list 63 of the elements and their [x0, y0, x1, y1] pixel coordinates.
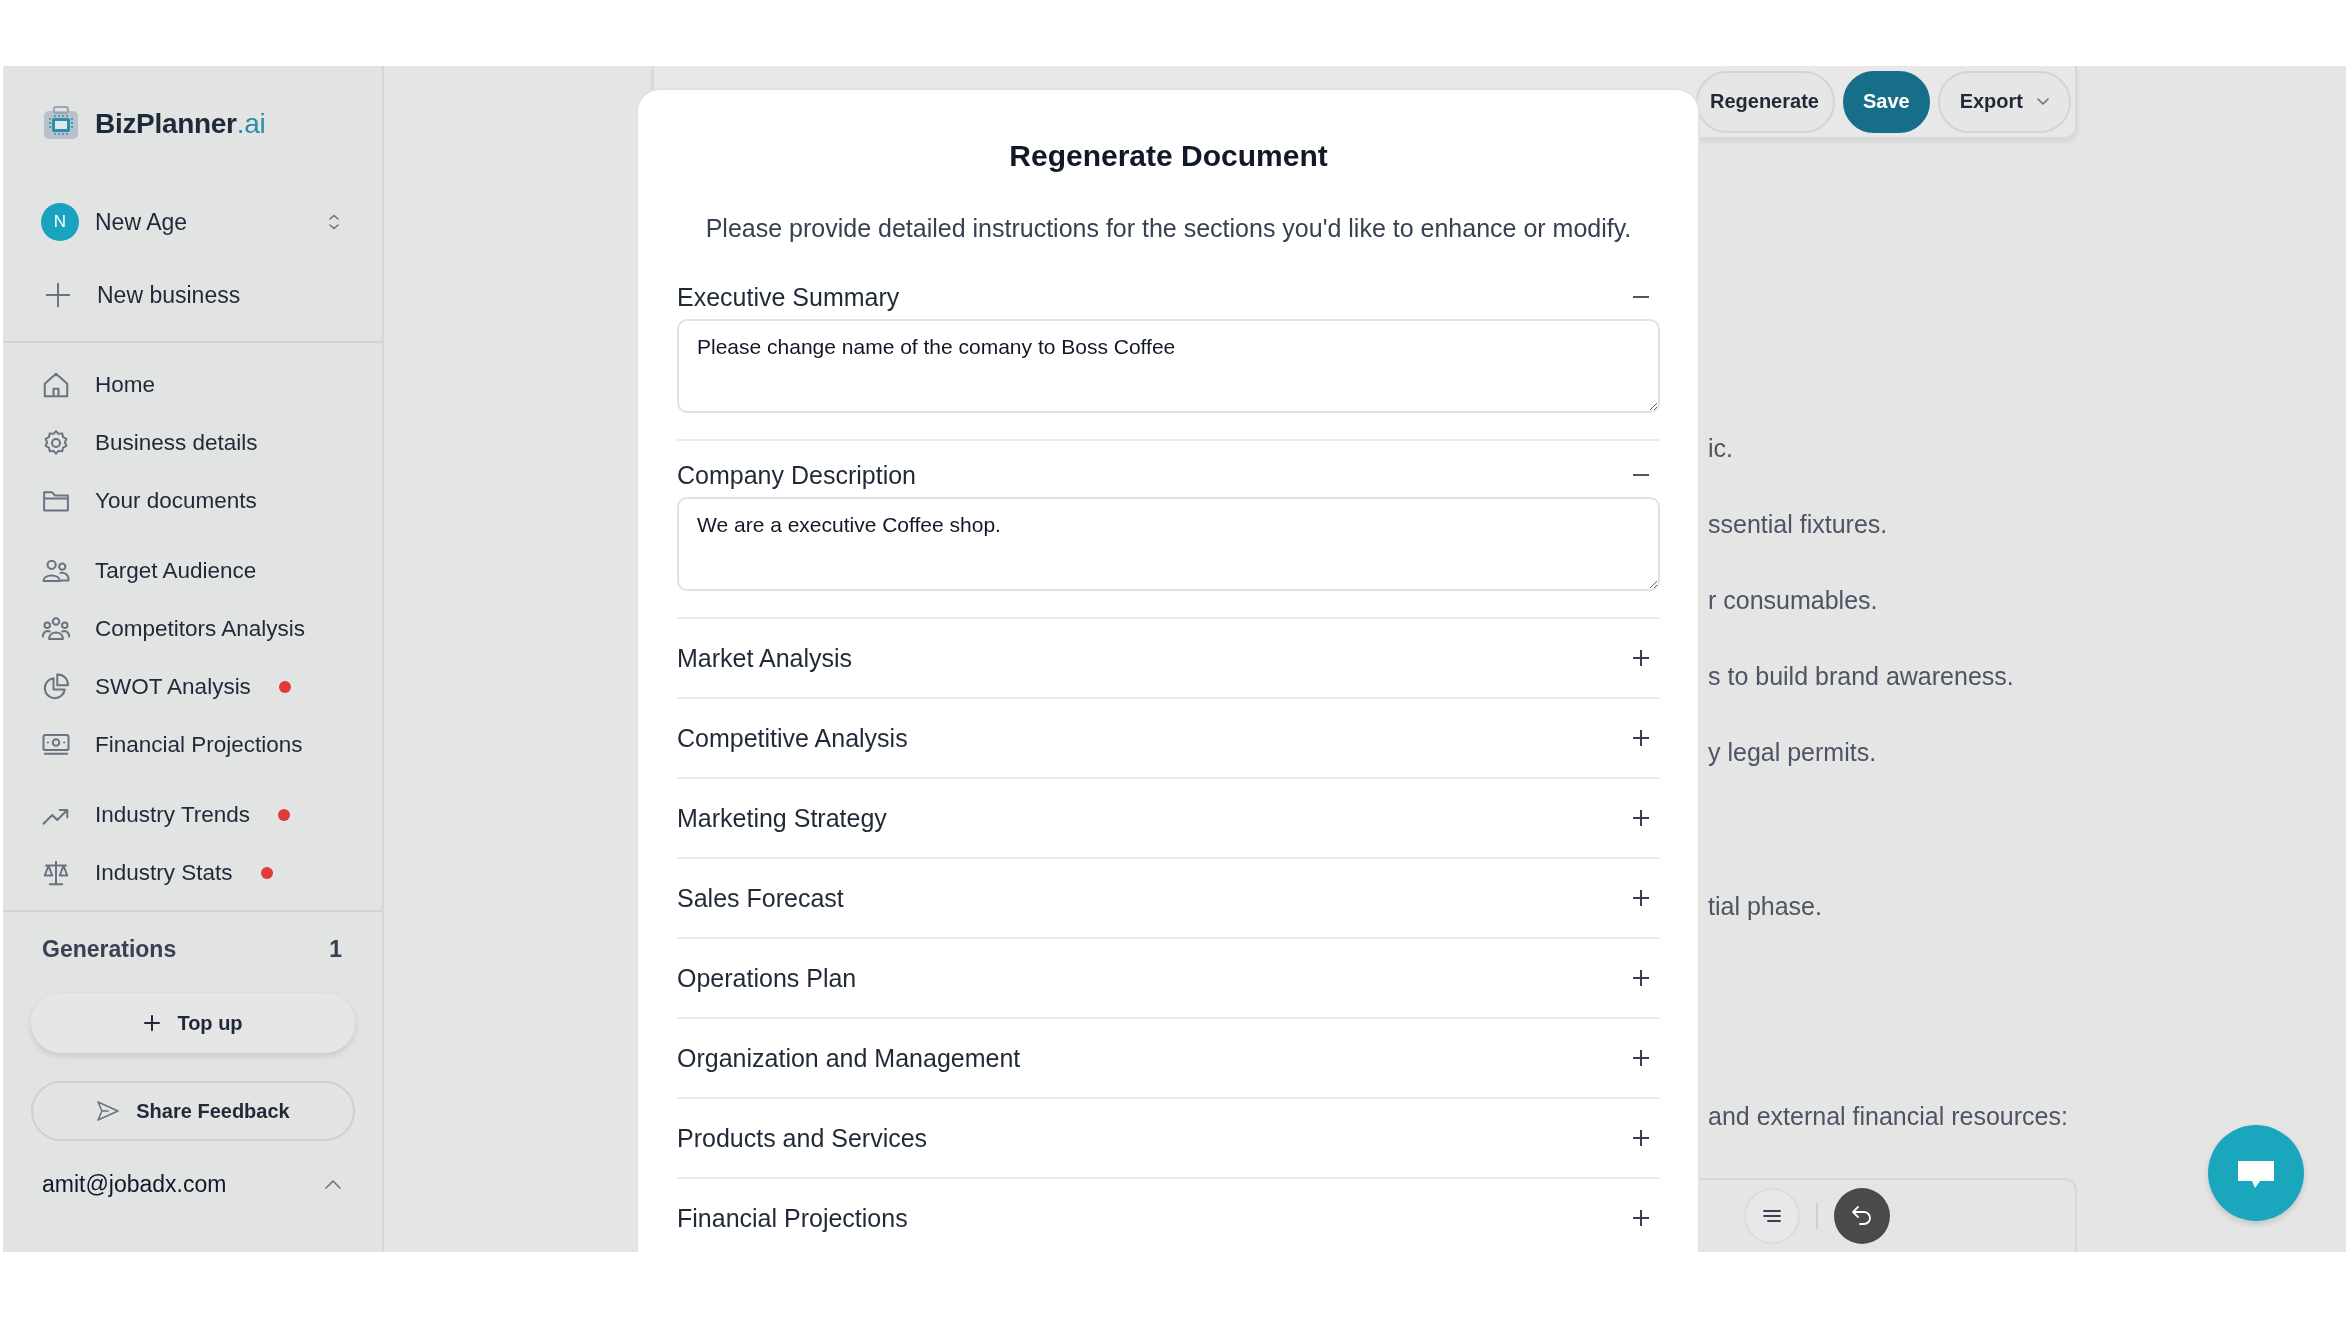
chevron-up-down-icon — [326, 213, 342, 231]
plus-icon — [1632, 1049, 1650, 1067]
save-button[interactable]: Save — [1842, 70, 1930, 133]
plus-icon — [1632, 969, 1650, 987]
generations-label: Generations — [42, 936, 177, 963]
section-header[interactable]: Company Description — [677, 453, 1660, 497]
section-header[interactable]: Sales Forecast — [677, 859, 1660, 937]
section-header[interactable]: Competitive Analysis — [677, 699, 1660, 777]
nav-item[interactable]: Business details — [41, 414, 382, 472]
document-text: s to build brand awareness. — [1708, 662, 2015, 691]
document-text: tial phase. — [1708, 892, 1823, 921]
section-header[interactable]: Organization and Management — [677, 1019, 1660, 1097]
plus-icon — [1632, 889, 1650, 907]
chat-button[interactable] — [2208, 1125, 2304, 1221]
section-header[interactable]: Market Analysis — [677, 619, 1660, 697]
chevron-down-icon — [2037, 97, 2049, 106]
plus-icon — [1632, 649, 1650, 667]
nav-item[interactable]: SWOT Analysis — [41, 658, 382, 716]
document-text: y legal permits. — [1708, 738, 1878, 767]
plus-icon — [1632, 729, 1650, 747]
section-header[interactable]: Products and Services — [677, 1099, 1660, 1177]
home-icon — [41, 370, 71, 400]
account-menu[interactable]: amit@jobadx.com — [3, 1141, 382, 1198]
plus-icon — [1632, 1209, 1650, 1227]
nav-item[interactable]: Industry Trends — [41, 786, 382, 844]
pie-chart-icon — [41, 672, 71, 702]
section-header[interactable]: Operations Plan — [677, 939, 1660, 1017]
plus-icon — [1632, 809, 1650, 827]
nav-item[interactable]: Your documents — [41, 472, 382, 530]
minus-icon — [1632, 296, 1650, 298]
business-switcher[interactable]: N New Age — [41, 200, 382, 244]
nav-item[interactable]: Target Audience — [41, 542, 382, 600]
section-header[interactable]: Financial Projections — [677, 1179, 1660, 1252]
section-header[interactable]: Marketing Strategy — [677, 779, 1660, 857]
section-header[interactable]: Executive Summary — [677, 275, 1660, 319]
nav-item[interactable]: Industry Stats — [41, 844, 382, 902]
document-text: ssential fixtures. — [1708, 510, 1889, 539]
plus-icon — [143, 1014, 162, 1032]
instructions-field[interactable]: We are a executive Coffee shop. — [677, 497, 1660, 591]
nav-item[interactable]: Financial Projections — [41, 716, 382, 774]
business-avatar: N — [41, 203, 79, 241]
generations-count: 1 — [329, 936, 342, 963]
share-feedback-button[interactable]: Share Feedback — [31, 1081, 355, 1141]
scale-icon — [41, 858, 71, 888]
nav-item[interactable]: Home — [41, 356, 382, 414]
regenerate-button[interactable]: Regenerate — [1696, 70, 1835, 133]
top-up-button[interactable]: Top up — [31, 993, 355, 1053]
menu-icon — [1762, 1209, 1782, 1224]
plus-icon — [43, 280, 73, 310]
document-text: ic. — [1708, 434, 1734, 463]
nav-item[interactable]: Competitors Analysis — [41, 600, 382, 658]
document-text: r consumables. — [1708, 586, 1879, 615]
dialog-description: Please provide detailed instructions for the sections you'd like to enhance or modify. — [704, 213, 1633, 243]
new-business-link[interactable]: New business — [41, 273, 382, 317]
dialog-title: Regenerate Document — [1008, 138, 1329, 174]
send-icon — [96, 1100, 121, 1122]
minus-icon — [1632, 474, 1650, 476]
plus-icon — [1632, 1129, 1650, 1147]
document-text: and external financial resources: — [1708, 1102, 2069, 1131]
app-logo-text: BizPlanner.ai — [95, 108, 266, 140]
export-dropdown[interactable]: Export — [1937, 70, 2071, 133]
chevron-up-icon — [324, 1179, 342, 1190]
instructions-field[interactable]: Please change name of the comany to Boss Coffee — [677, 319, 1660, 413]
